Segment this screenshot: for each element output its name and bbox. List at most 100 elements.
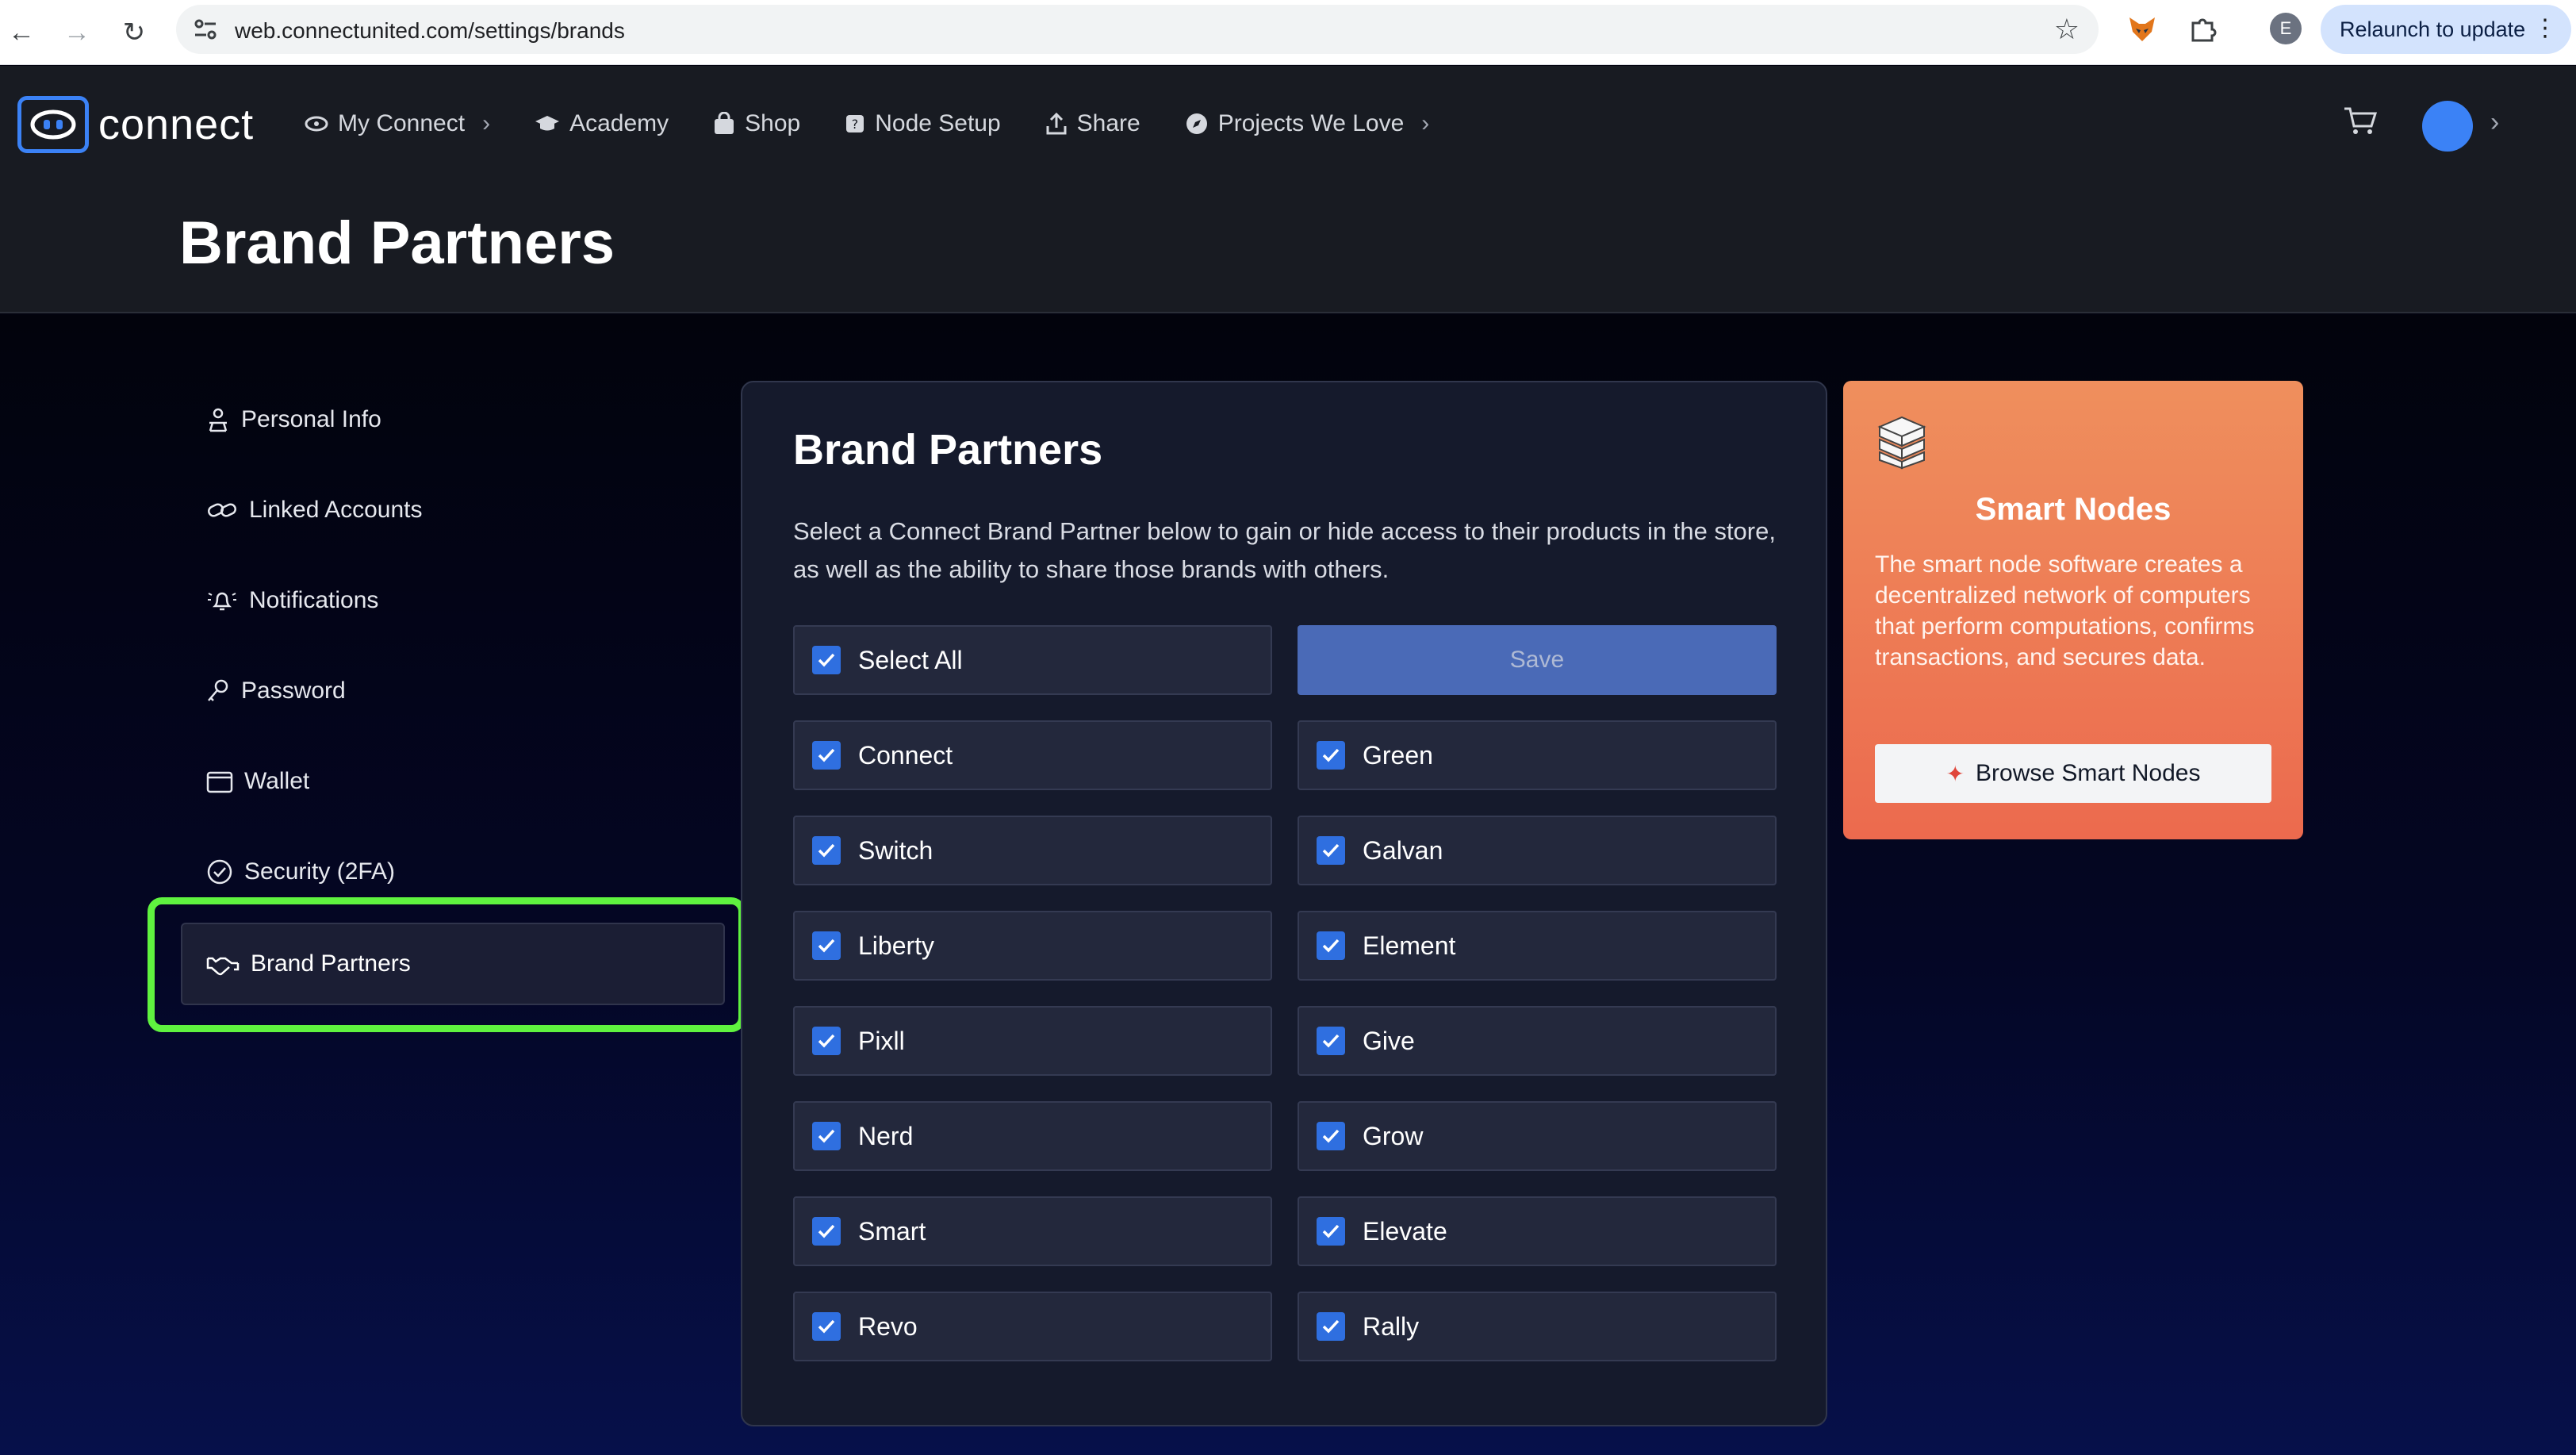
brand-checkbox-rally[interactable]: Rally — [1298, 1292, 1777, 1361]
sidebar-item-linked-accounts[interactable]: Linked Accounts — [206, 486, 422, 534]
back-icon[interactable]: ← — [2, 13, 41, 52]
sidebar-item-label: Password — [241, 678, 346, 704]
checkbox-checked-icon[interactable] — [1317, 1312, 1345, 1341]
brand-checkbox-green[interactable]: Green — [1298, 720, 1777, 790]
brand-checkbox-grow[interactable]: Grow — [1298, 1101, 1777, 1171]
checkbox-checked-icon[interactable] — [812, 1122, 841, 1150]
sidebar-item-brand-partners[interactable]: Brand Partners — [181, 923, 725, 1005]
logo-eye-icon — [17, 96, 89, 153]
brand-checkbox-give[interactable]: Give — [1298, 1006, 1777, 1076]
promo-title: Smart Nodes — [1975, 492, 2172, 527]
sidebar-item-personal-info[interactable]: Personal Info — [206, 396, 381, 443]
server-stack-icon — [1877, 416, 1926, 470]
brand-label: Galvan — [1363, 835, 1443, 865]
browser-toolbar: ← → ↻ web.connectunited.com/settings/bra… — [0, 0, 2576, 65]
sidebar-item-label: Notifications — [249, 587, 379, 613]
nav-my-connect-label: My Connect — [338, 110, 466, 136]
checkbox-checked-icon[interactable] — [1317, 1122, 1345, 1150]
chevron-right-icon: › — [1421, 110, 1430, 136]
checkbox-checked-icon[interactable] — [812, 836, 841, 865]
brand-checkbox-revo[interactable]: Revo — [793, 1292, 1272, 1361]
brand-checkbox-pixll[interactable]: Pixll — [793, 1006, 1272, 1076]
nav-academy-label: Academy — [569, 110, 669, 136]
checkbox-checked-icon[interactable] — [812, 741, 841, 770]
browser-profile-avatar[interactable]: E — [2270, 13, 2302, 44]
share-icon — [1046, 112, 1067, 135]
brand-label: Rally — [1363, 1311, 1420, 1341]
sidebar-item-wallet[interactable]: Wallet — [206, 758, 309, 805]
address-bar[interactable]: web.connectunited.com/settings/brands ☆ — [176, 5, 2099, 54]
check-circle-icon — [207, 859, 232, 885]
nav-share-label: Share — [1076, 110, 1140, 136]
compass-icon — [1186, 113, 1207, 134]
reload-icon[interactable]: ↻ — [114, 13, 154, 52]
brand-checkbox-connect[interactable]: Connect — [793, 720, 1272, 790]
checkbox-checked-icon[interactable] — [1317, 931, 1345, 960]
bell-icon — [208, 592, 236, 611]
brand-label: Liberty — [858, 931, 935, 960]
brand-label: Give — [1363, 1026, 1415, 1055]
user-avatar[interactable] — [2422, 101, 2473, 152]
nav-my-connect[interactable]: My Connect › — [305, 110, 490, 137]
eye-icon — [305, 116, 328, 132]
brand-label: Pixll — [858, 1026, 905, 1055]
select-all-label: Select All — [858, 645, 963, 674]
extensions-puzzle-icon[interactable] — [2183, 10, 2222, 49]
browse-smart-nodes-button[interactable]: ✦ Browse Smart Nodes — [1875, 744, 2271, 803]
brand-checkbox-switch[interactable]: Switch — [793, 816, 1272, 885]
brand-checkbox-elevate[interactable]: Elevate — [1298, 1196, 1777, 1266]
checkbox-checked-icon[interactable] — [812, 646, 841, 674]
checkbox-checked-icon[interactable] — [1317, 1217, 1345, 1246]
nav-node-setup[interactable]: ? Node Setup — [845, 110, 1001, 137]
connect-logo[interactable]: connect — [17, 96, 254, 153]
fox-extension-icon[interactable] — [2122, 10, 2162, 49]
browser-menu-icon[interactable]: ⋮ — [2533, 14, 2557, 42]
nav-node-setup-label: Node Setup — [875, 110, 1001, 136]
person-icon — [209, 408, 228, 432]
link-icon — [208, 503, 236, 517]
site-settings-icon[interactable] — [192, 16, 219, 43]
nav-academy[interactable]: Academy — [535, 110, 669, 137]
brand-label: Grow — [1363, 1121, 1424, 1150]
key-icon — [208, 679, 228, 701]
svg-text:?: ? — [852, 117, 859, 132]
chevron-right-icon: › — [482, 110, 491, 136]
sidebar-item-notifications[interactable]: Notifications — [206, 577, 378, 624]
top-navigation: My Connect › Academy Shop ? Node Setup S… — [305, 110, 1474, 137]
sidebar-item-password[interactable]: Password — [206, 667, 346, 715]
network-node-icon: ✦ — [1945, 761, 1965, 786]
checkbox-checked-icon[interactable] — [812, 1312, 841, 1341]
checkbox-checked-icon[interactable] — [1317, 741, 1345, 770]
brand-checkbox-nerd[interactable]: Nerd — [793, 1101, 1272, 1171]
select-all-checkbox[interactable]: Select All — [793, 625, 1272, 695]
relaunch-label: Relaunch to update — [2340, 17, 2526, 41]
sidebar-item-label: Security (2FA) — [244, 858, 396, 885]
sidebar-item-label: Personal Info — [241, 406, 381, 432]
brand-checkbox-liberty[interactable]: Liberty — [793, 911, 1272, 981]
checkbox-checked-icon[interactable] — [1317, 836, 1345, 865]
browse-smart-nodes-label: Browse Smart Nodes — [1976, 760, 2201, 786]
brand-label: Revo — [858, 1311, 918, 1341]
sidebar-item-label: Wallet — [244, 768, 310, 794]
url-text[interactable]: web.connectunited.com/settings/brands — [235, 18, 625, 44]
relaunch-button[interactable]: Relaunch to update ⋮ — [2321, 5, 2571, 54]
brand-checkbox-element[interactable]: Element — [1298, 911, 1777, 981]
sidebar-item-label: Linked Accounts — [249, 497, 423, 523]
promo-description: The smart node software creates a decent… — [1875, 551, 2255, 670]
cart-icon[interactable] — [2343, 106, 2378, 137]
shopping-bag-icon — [715, 112, 734, 134]
nav-shop[interactable]: Shop — [713, 110, 800, 137]
checkbox-checked-icon[interactable] — [812, 1217, 841, 1246]
chevron-right-icon[interactable]: › — [2490, 107, 2499, 138]
checkbox-checked-icon[interactable] — [1317, 1027, 1345, 1055]
checkbox-checked-icon[interactable] — [812, 1027, 841, 1055]
sidebar-item-security[interactable]: Security (2FA) — [206, 848, 395, 896]
brand-checkbox-galvan[interactable]: Galvan — [1298, 816, 1777, 885]
checkbox-checked-icon[interactable] — [812, 931, 841, 960]
nav-share[interactable]: Share — [1045, 110, 1140, 137]
forward-icon[interactable]: → — [57, 13, 97, 52]
bookmark-star-icon[interactable]: ☆ — [2054, 13, 2080, 46]
save-button[interactable]: Save — [1298, 625, 1777, 695]
nav-projects-we-love[interactable]: Projects We Love › — [1185, 110, 1430, 137]
brand-checkbox-smart[interactable]: Smart — [793, 1196, 1272, 1266]
